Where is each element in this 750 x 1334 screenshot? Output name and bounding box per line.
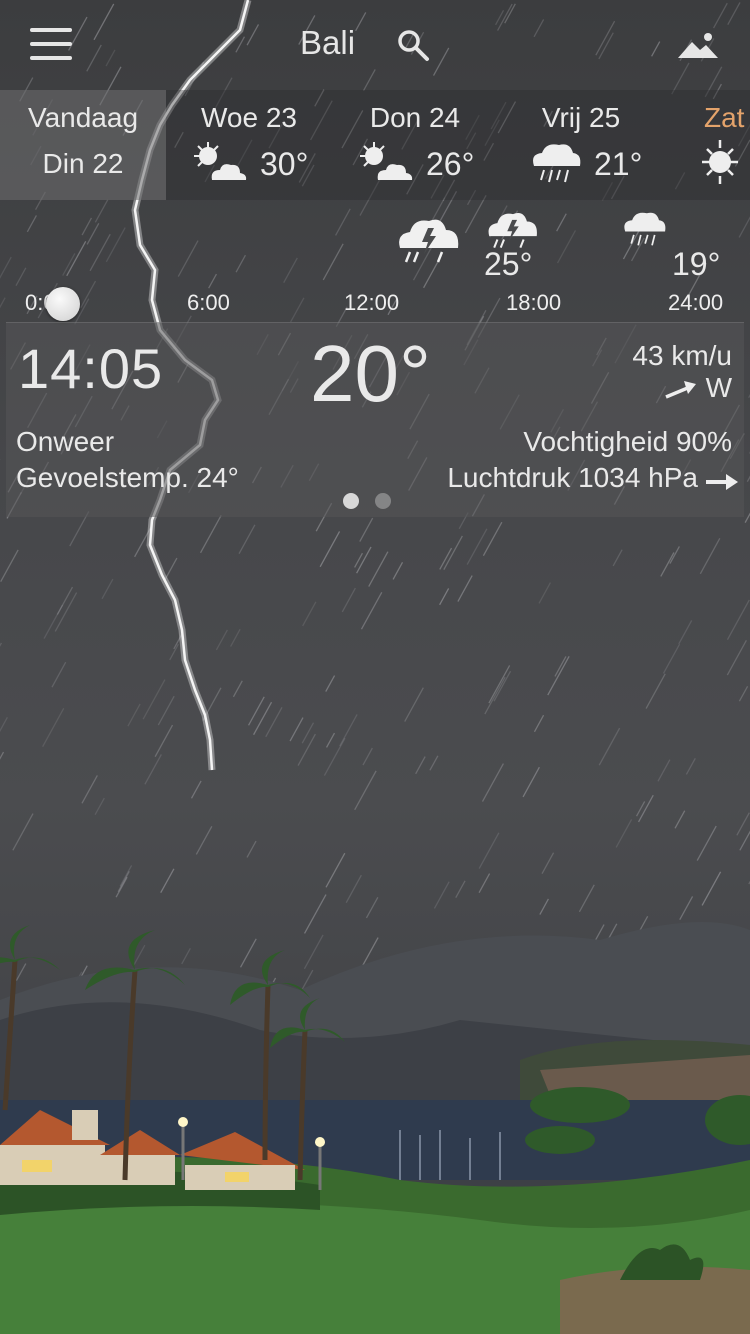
day-name: Vrij 25 xyxy=(541,102,621,133)
daily-forecast-strip[interactable]: Vandaag Din 22 Woe 23 30° Don 24 26° Vri… xyxy=(0,90,750,200)
time-tick: 24:00 xyxy=(668,290,724,315)
city-title[interactable]: Bali xyxy=(300,24,355,62)
rain-cloud-icon xyxy=(624,212,666,246)
top-bar xyxy=(0,0,750,90)
day-today[interactable]: Vandaag Din 22 xyxy=(0,90,166,200)
feels-like-text: Gevoelstemp. 24° xyxy=(16,462,239,493)
time-tick: 6:00 xyxy=(187,290,230,315)
wind-arrow-icon xyxy=(665,380,696,399)
hourly-temp: 25° xyxy=(484,246,533,282)
day-date: Din 22 xyxy=(42,148,124,179)
wind-speed: 43 km/u xyxy=(632,340,732,371)
page-indicator-dot-active[interactable] xyxy=(343,493,359,509)
current-temperature: 20° xyxy=(310,329,431,418)
day-name: Zat xyxy=(704,102,745,133)
day-name: Woe 23 xyxy=(201,102,297,133)
humidity-text: Vochtigheid 90% xyxy=(523,426,732,457)
current-time: 14:05 xyxy=(18,337,164,400)
rain-cloud-icon xyxy=(533,144,581,183)
pressure-text: Luchtdruk 1034 hPa xyxy=(447,462,698,493)
search-icon[interactable] xyxy=(396,28,430,62)
pressure-trend-arrow-icon xyxy=(706,474,738,490)
day-item[interactable]: Don 24 26° xyxy=(332,90,498,200)
menu-button[interactable] xyxy=(30,28,74,62)
day-item[interactable]: Vrij 25 21° xyxy=(498,90,664,200)
wind-direction-label: W xyxy=(705,372,732,403)
day-temp: 26° xyxy=(426,146,475,182)
thunderstorm-icon xyxy=(488,213,537,249)
sun-cloud-icon xyxy=(360,142,413,180)
time-tick: 12:00 xyxy=(344,290,400,315)
wind-direction: W xyxy=(664,372,732,404)
condition-text: Onweer xyxy=(16,426,115,457)
page-indicator-dot[interactable] xyxy=(375,493,391,509)
day-temp: 30° xyxy=(260,146,309,182)
sun-icon xyxy=(702,140,738,184)
sun-cloud-icon xyxy=(194,142,247,180)
day-temp: 21° xyxy=(594,146,643,182)
day-item[interactable]: Zat xyxy=(664,90,750,200)
timeline-scrubber[interactable] xyxy=(46,287,80,321)
day-name: Don 24 xyxy=(369,102,461,133)
mountain-icon[interactable] xyxy=(676,28,720,62)
day-name: Vandaag xyxy=(27,102,139,133)
landscape-illustration xyxy=(0,922,750,1334)
day-item[interactable]: Woe 23 30° xyxy=(166,90,332,200)
time-tick: 18:00 xyxy=(506,290,562,315)
hourly-temp: 19° xyxy=(672,246,721,282)
thunderstorm-icon xyxy=(399,219,459,263)
